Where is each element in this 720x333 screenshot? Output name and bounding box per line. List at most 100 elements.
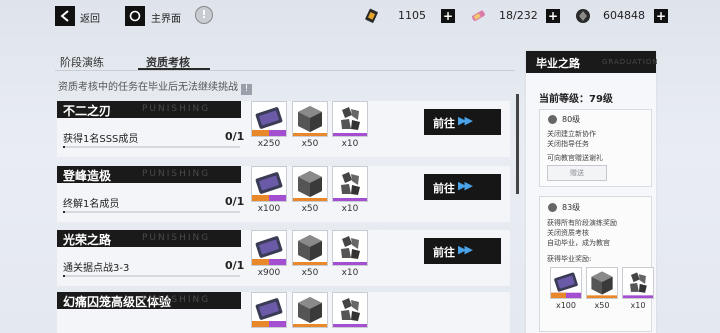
reward-quantity: x250	[257, 139, 281, 149]
task-title-watermark: PUNISHING	[142, 104, 211, 114]
task-progress-bar	[63, 275, 240, 277]
double-arrow-icon: ▶▶	[458, 179, 473, 192]
coin-icon	[576, 9, 590, 23]
task-title-watermark: PUNISHING	[142, 233, 211, 243]
reward-crystal-ore-icon[interactable]	[332, 230, 368, 266]
task-title-bar: 光荣之路 PUNISHING	[57, 230, 241, 247]
back-button[interactable]	[55, 6, 75, 26]
home-button[interactable]	[125, 6, 145, 26]
reward-quantity: x10	[341, 268, 359, 278]
reward-chip-box-icon[interactable]	[292, 230, 328, 266]
task-title-bar: 登峰造极 PUNISHING	[57, 166, 241, 183]
double-arrow-icon: ▶▶	[458, 243, 473, 256]
reward-ticket-icon[interactable]	[251, 292, 287, 328]
milestone-83: 83级 获得所有阶段演练奖励 关闭资质考核 自动毕业，成为教官 获得毕业奖励:	[539, 196, 652, 332]
go-label: 前往	[433, 182, 455, 195]
reward-crystal-ore-icon[interactable]	[332, 292, 368, 328]
tab-divider	[55, 70, 515, 71]
task-description: 通关据点战3-3	[63, 263, 130, 274]
reward-crystal-ore-icon[interactable]	[332, 101, 368, 137]
panel-title: 毕业之路	[536, 57, 580, 70]
reward-quantity: x900	[257, 268, 281, 278]
milestone-line: 关闭建立新协作	[547, 130, 596, 138]
chevron-left-icon	[60, 10, 69, 22]
task-progress-bar	[63, 211, 240, 213]
task-card: 幻痛囚笼高级区体验 PUNISHING	[57, 292, 510, 333]
task-title-bar: 不二之刃 PUNISHING	[57, 101, 241, 118]
task-description: 获得1名SSS成员	[63, 134, 139, 145]
milestone-line: 关闭资质考核	[547, 229, 589, 237]
reward-quantity: x100	[257, 204, 281, 214]
current-level: 当前等级：79级	[539, 94, 613, 105]
gift-button[interactable]: 赠送	[547, 165, 607, 181]
info-icon[interactable]: !	[195, 6, 213, 24]
home-label[interactable]: 主界面	[151, 10, 181, 25]
reward-quantity: x50	[301, 139, 319, 149]
task-progress-bar	[63, 146, 240, 148]
grad-reward-quantity: x50	[594, 301, 610, 310]
resource-value-ticket: 18/232	[499, 9, 538, 22]
hexagon-icon	[548, 115, 557, 124]
task-card: 登峰造极 PUNISHING 终解1名成员 0/1 x100 x50 x10 前…	[57, 166, 510, 222]
grad-reward-ticket-icon[interactable]	[550, 267, 582, 299]
add-ticket-button[interactable]: +	[546, 9, 560, 23]
task-card: 光荣之路 PUNISHING 通关据点战3-3 0/1 x900 x50 x10…	[57, 230, 510, 286]
grad-reward-crystal-ore-icon[interactable]	[622, 267, 654, 299]
task-card: 不二之刃 PUNISHING 获得1名SSS成员 0/1 x250 x50 x1…	[57, 101, 510, 157]
graduation-panel: 毕业之路 GRADUATION 当前等级：79级 80级 关闭建立新协作 关闭指…	[526, 51, 659, 333]
task-progress: 0/1	[225, 195, 245, 208]
home-circle-icon	[129, 10, 141, 22]
reward-quantity: x10	[341, 139, 359, 149]
add-coin-button[interactable]: +	[654, 9, 668, 23]
double-arrow-icon: ▶▶	[458, 114, 473, 127]
reward-quantity: x10	[341, 204, 359, 214]
task-title-bar: 幻痛囚笼高级区体验 PUNISHING	[57, 292, 241, 309]
notice-text: 资质考核中的任务在毕业后无法继续挑战!	[58, 78, 252, 95]
resource-value-coin: 604848	[603, 9, 645, 22]
panel-watermark: GRADUATION	[602, 58, 659, 66]
task-title-watermark: PUNISHING	[142, 169, 211, 179]
add-battery-button[interactable]: +	[441, 9, 455, 23]
milestone-line: 关闭指导任务	[547, 140, 589, 148]
tab-stage-practice[interactable]: 阶段演练	[60, 54, 104, 70]
hexagon-icon	[548, 203, 557, 212]
milestone-extra: 获得毕业奖励:	[547, 255, 592, 263]
reward-quantity: x50	[301, 204, 319, 214]
task-list-scrollbar[interactable]	[516, 94, 519, 194]
milestone-80: 80级 关闭建立新协作 关闭指导任务 可向教官赠送谢礼 赠送	[539, 109, 652, 187]
go-button[interactable]: 前往 ▶▶	[424, 109, 501, 135]
task-description: 终解1名成员	[63, 199, 120, 210]
ticket-icon	[472, 10, 485, 21]
reward-crystal-ore-icon[interactable]	[332, 166, 368, 202]
task-progress: 0/1	[225, 130, 245, 143]
go-button[interactable]: 前往 ▶▶	[424, 174, 501, 200]
battery-icon	[365, 8, 378, 23]
notice-warning-icon: !	[241, 84, 252, 95]
reward-ticket-icon[interactable]	[251, 166, 287, 202]
grad-reward-quantity: x10	[630, 301, 646, 310]
milestone-line: 自动毕业，成为教官	[547, 239, 610, 247]
go-button[interactable]: 前往 ▶▶	[424, 238, 501, 264]
task-title: 光荣之路	[63, 233, 112, 247]
panel-header: 毕业之路 GRADUATION	[526, 51, 659, 73]
reward-quantity: x50	[301, 268, 319, 278]
back-label[interactable]: 返回	[80, 10, 100, 25]
grad-reward-quantity: x100	[555, 301, 576, 310]
task-progress: 0/1	[225, 259, 245, 272]
go-label: 前往	[433, 246, 455, 259]
milestone-line: 获得所有阶段演练奖励	[547, 219, 617, 227]
milestone-level: 83级	[562, 203, 581, 212]
top-bar: 返回 主界面 ! 1105 + 18/232 + 604848 +	[0, 0, 720, 34]
grad-reward-chip-box-icon[interactable]	[586, 267, 618, 299]
reward-chip-box-icon[interactable]	[292, 166, 328, 202]
task-title: 登峰造极	[63, 169, 112, 183]
reward-ticket-icon[interactable]	[251, 101, 287, 137]
notice-label: 资质考核中的任务在毕业后无法继续挑战	[58, 82, 238, 93]
reward-ticket-icon[interactable]	[251, 230, 287, 266]
reward-chip-box-icon[interactable]	[292, 101, 328, 137]
reward-chip-box-icon[interactable]	[292, 292, 328, 328]
go-label: 前往	[433, 117, 455, 130]
task-title-watermark: PUNISHING	[142, 295, 211, 305]
task-title: 不二之刃	[63, 104, 112, 118]
milestone-extra: 可向教官赠送谢礼	[547, 154, 603, 162]
